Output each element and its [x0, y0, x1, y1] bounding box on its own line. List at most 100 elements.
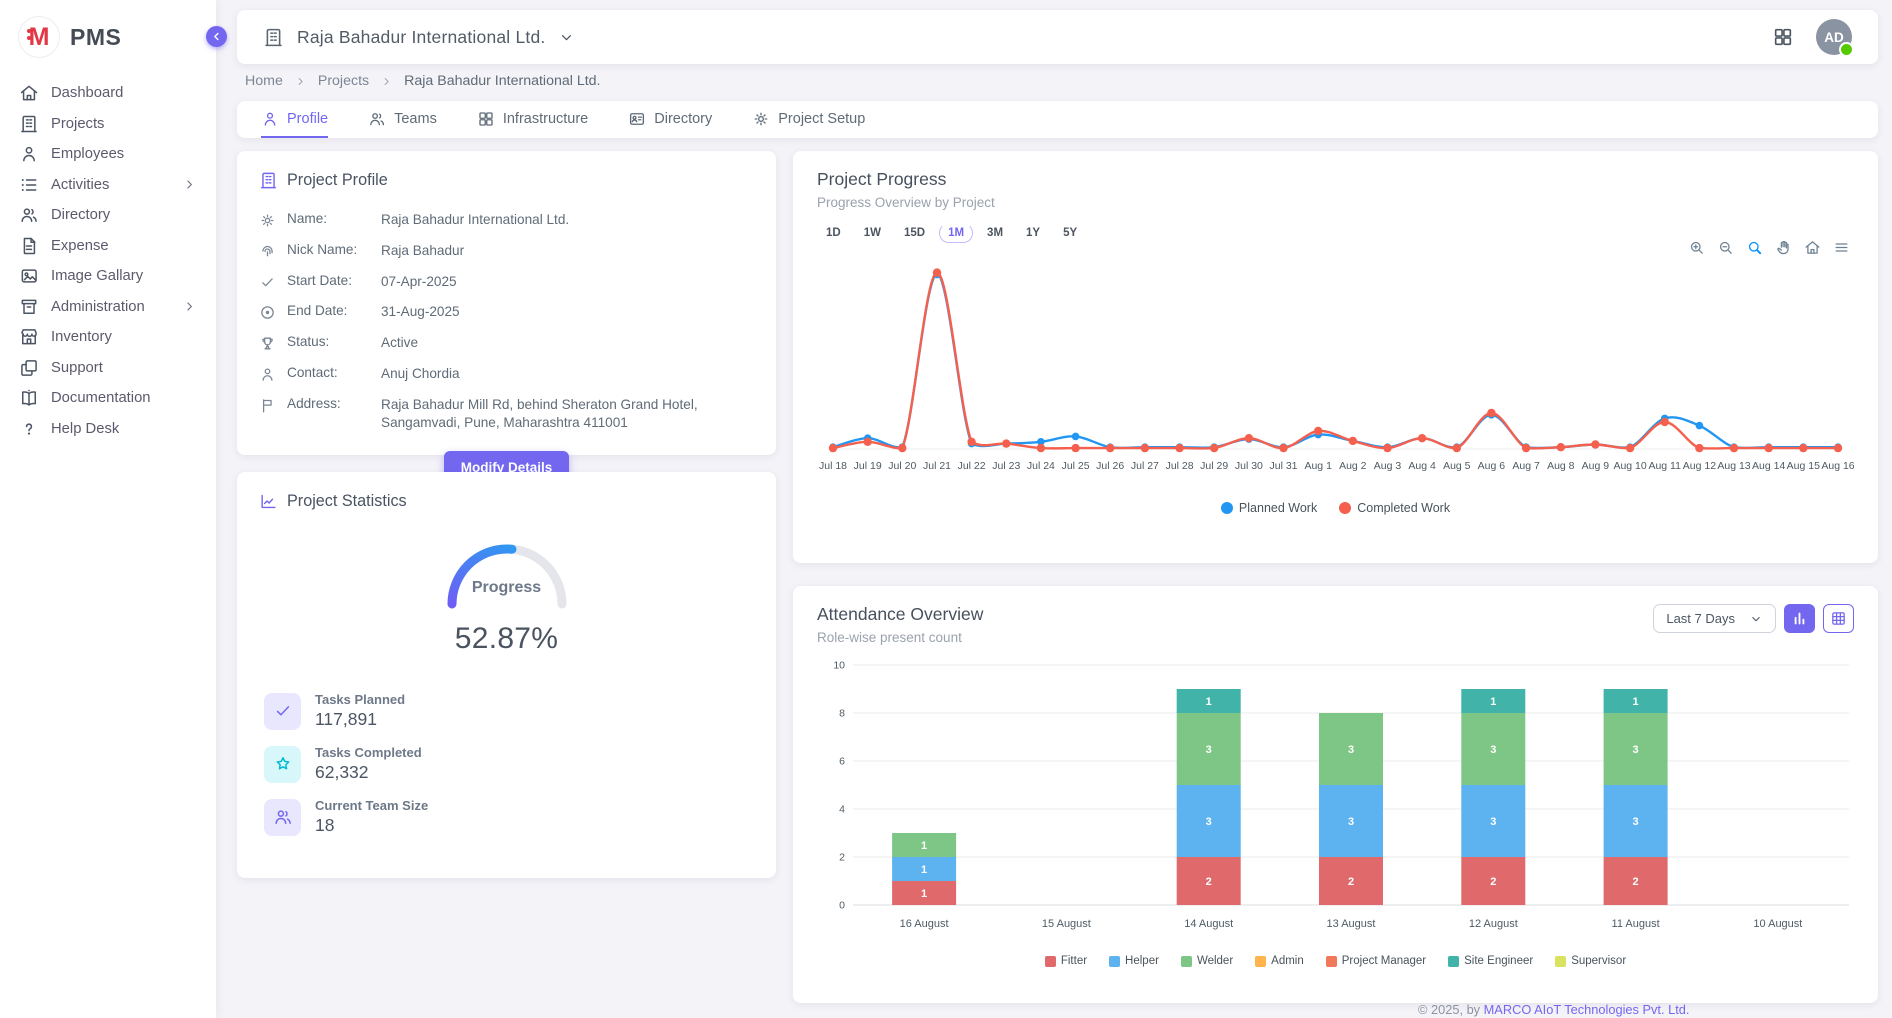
zoom-in-icon[interactable] — [1688, 239, 1705, 256]
sidebar-collapse-button[interactable] — [206, 26, 227, 47]
receipt-icon — [19, 236, 39, 256]
tab-directory[interactable]: Directory — [628, 101, 712, 138]
breadcrumb-home[interactable]: Home — [245, 73, 283, 89]
reset-home-icon[interactable] — [1804, 239, 1821, 256]
svg-text:15 August: 15 August — [1042, 918, 1091, 930]
logo-icon: M — [18, 16, 60, 58]
svg-text:2: 2 — [1348, 876, 1354, 888]
flag-icon — [259, 397, 276, 414]
svg-text:Jul 26: Jul 26 — [1096, 460, 1124, 472]
people-icon — [273, 807, 293, 827]
stat-tasks-planned: Tasks Planned117,891 — [264, 692, 754, 730]
legend-item[interactable]: Planned Work — [1221, 501, 1317, 515]
sidebar-item-help-desk[interactable]: Help Desk — [0, 414, 216, 445]
sidebar-item-image-gallery[interactable]: Image Gallary — [0, 261, 216, 292]
selection-zoom-icon[interactable] — [1746, 239, 1763, 256]
legend-item[interactable]: Admin — [1255, 955, 1304, 967]
archive-icon — [19, 297, 39, 317]
project-profile-card: Project Profile Name:Raja Bahadur Intern… — [237, 151, 776, 455]
svg-text:3: 3 — [1633, 816, 1639, 828]
sidebar-item-projects[interactable]: Projects — [0, 109, 216, 140]
svg-text:Aug 8: Aug 8 — [1547, 460, 1575, 472]
svg-text:Jul 24: Jul 24 — [1027, 460, 1055, 472]
range-1m[interactable]: 1M — [939, 223, 973, 243]
table-view-button[interactable] — [1823, 604, 1854, 633]
chevron-down-icon — [1749, 612, 1763, 626]
chevron-right-icon — [182, 299, 197, 314]
sidebar-item-activities[interactable]: Activities — [0, 170, 216, 201]
grid-icon — [477, 110, 495, 128]
legend-item[interactable]: Project Manager — [1326, 955, 1426, 967]
svg-text:2: 2 — [1633, 876, 1639, 888]
company-selector[interactable]: Raja Bahadur International Ltd. — [263, 27, 575, 48]
app-logo[interactable]: M PMS — [0, 0, 216, 78]
range-1w[interactable]: 1W — [855, 223, 890, 243]
range-15d[interactable]: 15D — [895, 223, 934, 243]
gauge-arc — [441, 533, 573, 609]
chevron-right-icon — [294, 75, 307, 88]
sidebar-item-directory[interactable]: Directory — [0, 200, 216, 231]
field-end-date: End Date:31-Aug-2025 — [259, 297, 754, 328]
tab-profile[interactable]: Profile — [261, 101, 328, 138]
svg-text:6: 6 — [839, 756, 845, 768]
chevron-down-icon — [558, 29, 575, 46]
page: M PMS Dashboard Projects Employees Activ… — [0, 0, 1892, 1018]
svg-text:3: 3 — [1348, 816, 1354, 828]
sidebar-item-support[interactable]: Support — [0, 353, 216, 384]
svg-text:Jul 23: Jul 23 — [992, 460, 1020, 472]
legend-item[interactable]: Helper — [1109, 955, 1159, 967]
gear-icon — [259, 212, 276, 229]
home-icon — [19, 83, 39, 103]
pan-hand-icon[interactable] — [1775, 239, 1792, 256]
svg-text:Aug 16: Aug 16 — [1821, 460, 1854, 472]
zoom-out-icon[interactable] — [1717, 239, 1734, 256]
sidebar-item-documentation[interactable]: Documentation — [0, 383, 216, 414]
range-1d[interactable]: 1D — [817, 223, 850, 243]
svg-text:2: 2 — [839, 852, 845, 864]
chart-view-button[interactable] — [1784, 604, 1815, 633]
sidebar-item-expense[interactable]: Expense — [0, 231, 216, 262]
attendance-title: Attendance Overview — [817, 604, 983, 625]
project-progress-chart[interactable]: Jul 18Jul 19Jul 20Jul 21Jul 22Jul 23Jul … — [817, 253, 1854, 499]
sidebar-item-inventory[interactable]: Inventory — [0, 322, 216, 353]
topbar-actions: AD — [1772, 19, 1852, 55]
legend-item[interactable]: Fitter — [1045, 955, 1087, 967]
field-status: Status:Active — [259, 328, 754, 359]
svg-text:1: 1 — [921, 864, 927, 876]
svg-text:12 August: 12 August — [1469, 918, 1518, 930]
stat-team-size: Current Team Size18 — [264, 798, 754, 836]
sidebar-item-employees[interactable]: Employees — [0, 139, 216, 170]
attendance-chart[interactable]: 024681011116 August15 August233114 Augus… — [817, 653, 1854, 953]
range-1y[interactable]: 1Y — [1017, 223, 1049, 243]
tab-infrastructure[interactable]: Infrastructure — [477, 101, 588, 138]
field-contact: Contact:Anuj Chordia — [259, 359, 754, 390]
user-avatar[interactable]: AD — [1816, 19, 1852, 55]
range-3m[interactable]: 3M — [978, 223, 1012, 243]
field-address: Address:Raja Bahadur Mill Rd, behind She… — [259, 389, 754, 438]
svg-text:3: 3 — [1633, 744, 1639, 756]
svg-text:4: 4 — [839, 804, 845, 816]
sidebar-item-administration[interactable]: Administration — [0, 292, 216, 323]
svg-text:10 August: 10 August — [1753, 918, 1802, 930]
tab-teams[interactable]: Teams — [368, 101, 437, 138]
breadcrumb-projects[interactable]: Projects — [318, 73, 369, 89]
menu-icon[interactable] — [1833, 239, 1850, 256]
svg-text:3: 3 — [1206, 816, 1212, 828]
project-progress-subtitle: Progress Overview by Project — [817, 195, 1854, 210]
chevron-left-icon — [210, 30, 223, 43]
svg-text:Aug 2: Aug 2 — [1339, 460, 1367, 472]
legend-item[interactable]: Completed Work — [1339, 501, 1450, 515]
sidebar-item-dashboard[interactable]: Dashboard — [0, 78, 216, 109]
range-5y[interactable]: 5Y — [1054, 223, 1086, 243]
tab-project-setup[interactable]: Project Setup — [752, 101, 865, 138]
legend-item[interactable]: Welder — [1181, 955, 1233, 967]
date-range-select[interactable]: Last 7 Days — [1653, 604, 1776, 633]
legend-item[interactable]: Supervisor — [1555, 955, 1626, 967]
top-bar: Raja Bahadur International Ltd. AD — [237, 10, 1878, 64]
apps-grid-icon[interactable] — [1772, 26, 1794, 48]
footer-company-link[interactable]: MARCO AIoT Technologies Pvt. Ltd. — [1484, 1002, 1690, 1017]
svg-text:3: 3 — [1348, 744, 1354, 756]
svg-text:Aug 6: Aug 6 — [1478, 460, 1506, 472]
legend-item[interactable]: Site Engineer — [1448, 955, 1533, 967]
chart-toolbar — [1688, 239, 1850, 256]
